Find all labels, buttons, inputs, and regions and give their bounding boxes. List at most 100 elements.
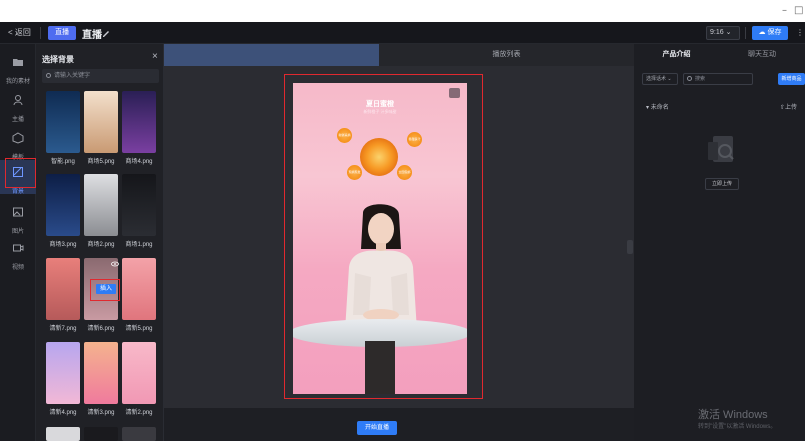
background-thumbnail[interactable] [46, 174, 80, 236]
minimize-button[interactable]: – [782, 5, 787, 16]
thumbnail-label: 商场5.png [87, 159, 115, 165]
thumbnail-label: 清新3.png [87, 410, 115, 416]
person-icon [13, 95, 23, 106]
mode-badge: 直播 [48, 26, 76, 40]
feature-bubble: 现摘现发 [347, 165, 362, 180]
mode-label: 直播 [55, 29, 69, 36]
edit-icon[interactable] [101, 28, 111, 38]
panel-title: 选择背景 [42, 55, 74, 64]
aspect-ratio-value: 9:16 [710, 29, 724, 36]
thumbnail-label: 商场4.png [125, 159, 153, 165]
maximize-button[interactable]: □ [794, 5, 803, 16]
background-thumbnail[interactable] [122, 427, 156, 441]
canvas-subtitle: 新鲜橙子 汁多味甜 [363, 109, 397, 114]
tab-stage[interactable] [164, 44, 379, 66]
replace-image-icon[interactable] [449, 88, 460, 98]
thumbnail-label: 商场2.png [87, 242, 115, 248]
search-placeholder: 搜索 [695, 76, 706, 82]
cube-icon [12, 132, 24, 144]
folder-icon [13, 59, 23, 66]
stage-footer [164, 408, 634, 441]
save-label: 保存 [767, 29, 782, 36]
save-button[interactable]: ☁ 保存 [752, 26, 788, 40]
background-thumbnail[interactable] [46, 342, 80, 404]
more-icon[interactable]: ⋮ [796, 26, 805, 40]
rail-label: 主播 [11, 117, 24, 123]
start-live-button[interactable]: 开始直播 [357, 421, 397, 435]
insert-highlight-frame [90, 279, 120, 301]
background-picker-panel: 选择背景 × 请输入关键字 智能.png 商场5.png 商场4.png 商场3.pn… [36, 44, 164, 441]
thumbnail-label: 商场3.png [49, 242, 77, 248]
panel-resize-handle[interactable] [627, 240, 633, 254]
aspect-ratio-select[interactable]: 9:16 ⌄ [706, 26, 740, 40]
background-thumbnail[interactable] [46, 91, 80, 153]
background-thumbnail[interactable] [84, 174, 118, 236]
tab-chat[interactable]: 聊天互动 [719, 44, 805, 66]
thumbnail-label: 清新7.png [49, 326, 77, 332]
activation-watermark: 激活 Windows [698, 409, 768, 421]
rail-item-image[interactable]: 图片 [0, 200, 36, 235]
script-select-label: 选择话术 [646, 76, 667, 82]
rail-label: 我的素材 [5, 79, 30, 85]
divider [745, 27, 746, 39]
app-root: – □ < 返回 直播 直播 9:16 ⌄ ☁ 保存 ⋮ 我的素材 主播 模板 … [0, 0, 805, 441]
tab-playlist[interactable]: 播放列表 [379, 44, 634, 66]
folder-item[interactable]: ▾ 未命名 [646, 102, 669, 111]
app-topbar: < 返回 直播 直播 9:16 ⌄ ☁ 保存 ⋮ [0, 22, 805, 44]
background-thumbnail[interactable] [122, 258, 156, 320]
product-search-input[interactable]: 搜索 [683, 73, 753, 85]
thumbnail-label: 清新4.png [49, 410, 77, 416]
rail-label: 背景 [11, 189, 24, 195]
feature-bubble: 香甜多汁 [407, 132, 422, 147]
back-button[interactable]: < 返回 [8, 27, 31, 38]
thumbnail-label: 清新2.png [125, 410, 153, 416]
thumbnail-label: 清新5.png [125, 326, 153, 332]
live-canvas[interactable]: 夏日蜜橙 新鲜橙子 汁多味甜 新鲜采摘 香甜多汁 现摘现发 全国包邮 [293, 83, 467, 394]
preview-eye-icon[interactable] [111, 261, 119, 267]
window-titlebar: – □ [0, 0, 805, 22]
rail-item-video[interactable]: 视频 [0, 236, 36, 271]
video-icon [13, 244, 24, 252]
background-thumbnail[interactable] [84, 427, 118, 441]
page-title: 直播 [82, 30, 102, 41]
upload-link[interactable]: ⇧上传 [780, 102, 797, 111]
thumbnail-label: 清新6.png [87, 326, 115, 332]
background-thumbnail[interactable] [122, 342, 156, 404]
rail-highlight-frame [5, 158, 36, 188]
rail-item-template[interactable]: 模板 [0, 126, 36, 161]
canvas-title: 夏日蜜橙 [366, 101, 394, 108]
rail-item-my-assets[interactable]: 我的素材 [0, 50, 36, 85]
background-search-input[interactable]: 请输入关键字 [42, 69, 159, 83]
stage-tabs: 播放列表 [164, 44, 634, 66]
thumbnail-label: 智能.png [51, 159, 75, 165]
table-pedestal [365, 341, 395, 394]
rail-label: 图片 [11, 229, 24, 235]
search-icon [687, 76, 692, 81]
orange-image [360, 138, 398, 176]
background-thumbnail[interactable] [46, 427, 80, 441]
folder-label: 未命名 [650, 105, 669, 111]
rail-label: 视频 [11, 265, 24, 271]
tab-product-intro[interactable]: 产品介绍 [634, 44, 719, 66]
divider [40, 27, 41, 39]
empty-document-icon [708, 136, 734, 162]
image-icon [13, 207, 23, 217]
presenter-avatar[interactable] [335, 203, 427, 331]
activation-watermark-hint: 转到"设置"以激活 Windows。 [698, 424, 777, 430]
feature-bubble: 全国包邮 [397, 165, 412, 180]
add-product-button[interactable]: 新增商品 [778, 73, 805, 85]
background-thumbnail[interactable] [84, 91, 118, 153]
background-thumbnail[interactable] [122, 91, 156, 153]
background-thumbnail[interactable] [46, 258, 80, 320]
close-icon[interactable]: × [152, 51, 158, 62]
thumbnail-label: 商场1.png [125, 242, 153, 248]
rail-item-anchor[interactable]: 主播 [0, 88, 36, 123]
background-thumbnail[interactable] [122, 174, 156, 236]
upload-now-button[interactable]: 立即上传 [705, 178, 739, 190]
right-panel: 产品介绍 聊天互动 选择话术 ⌄ 搜索 新增商品 ▾ 未命名 ⇧上传 立即上传 … [634, 44, 805, 441]
feature-bubble: 新鲜采摘 [337, 128, 352, 143]
left-icon-rail: 我的素材 主播 模板 背景 图片 视频 [0, 44, 36, 441]
background-thumbnail[interactable] [84, 342, 118, 404]
search-icon [46, 73, 51, 78]
script-select[interactable]: 选择话术 ⌄ [642, 73, 678, 85]
